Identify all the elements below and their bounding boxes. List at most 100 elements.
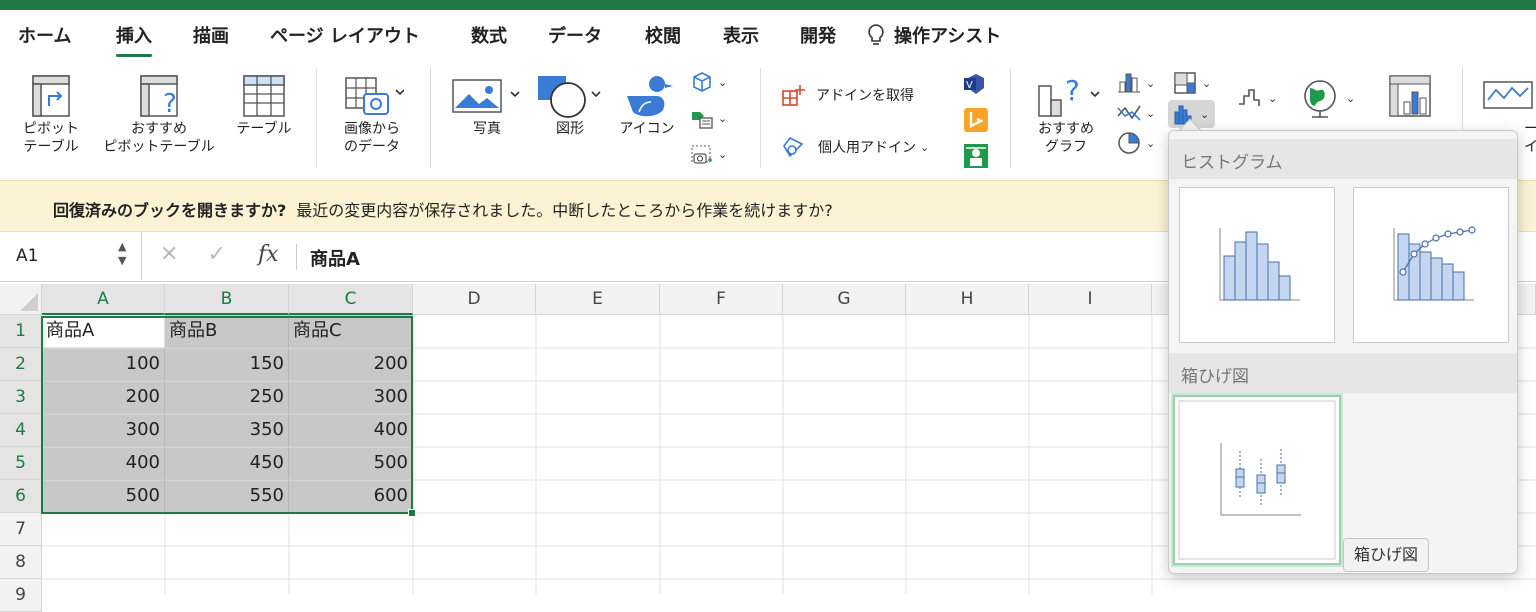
row-header[interactable]: 3 [0, 381, 42, 414]
recommended-charts-icon: ? [1038, 74, 1100, 117]
line-chart-button[interactable]: ⌄ [1116, 100, 1155, 126]
histogram-option[interactable] [1179, 187, 1335, 343]
ribbon-separator [430, 68, 431, 168]
shapes-label: 図形 [556, 121, 584, 137]
chevron-down-icon: ⌄ [1268, 91, 1278, 105]
chevron-down-icon: ⌄ [718, 111, 728, 125]
select-all-button[interactable] [0, 284, 42, 315]
data-from-picture-button[interactable]: 画像から のデータ [330, 72, 414, 156]
tab-review[interactable]: 校閲 [645, 22, 681, 48]
column-header[interactable]: A [42, 284, 165, 315]
tab-home[interactable]: ホーム [18, 22, 71, 48]
tab-tell-me[interactable]: 操作アシスト [866, 22, 1001, 48]
name-box-value: A1 [16, 246, 39, 266]
column-header[interactable]: E [536, 284, 660, 315]
chevron-down-icon: ⌄ [718, 147, 728, 161]
shapes-button[interactable]: 図形 [534, 72, 606, 138]
svg-text:V: V [966, 80, 973, 91]
histogram-thumbnail-icon [1219, 228, 1300, 301]
tab-developer[interactable]: 開発 [800, 22, 836, 48]
title-strip [0, 0, 1536, 10]
get-addins-label: アドインを取得 [816, 88, 914, 104]
row-header[interactable]: 1 [0, 315, 42, 348]
row-header[interactable]: 8 [0, 546, 42, 579]
column-header[interactable]: C [289, 284, 413, 315]
chevron-down-icon: ⌄ [920, 140, 930, 154]
icons-label: アイコン [619, 121, 675, 137]
chevron-down-icon: ⌄ [718, 75, 728, 89]
chevron-down-icon: ⌄ [1346, 91, 1356, 105]
visio-icon: V [964, 74, 984, 94]
cancel-icon[interactable]: ✕ [160, 242, 178, 267]
hierarchy-chart-button[interactable]: ⌄ [1172, 70, 1211, 96]
chevron-down-icon: ⌄ [1146, 76, 1156, 90]
row-header[interactable]: 6 [0, 480, 42, 513]
fill-handle[interactable] [408, 509, 416, 517]
bing-maps-button[interactable] [960, 106, 992, 134]
recommended-charts-button[interactable]: ? おすすめ グラフ [1026, 72, 1106, 156]
data-from-picture-label-2: のデータ [344, 139, 400, 155]
tab-data[interactable]: データ [548, 22, 602, 48]
column-header[interactable]: H [906, 284, 1029, 315]
column-header[interactable]: I [1029, 284, 1152, 315]
pivot-table-icon [32, 75, 70, 117]
column-header[interactable]: G [783, 284, 906, 315]
histogram-section-header: ヒストグラム [1169, 139, 1517, 179]
table-button[interactable]: テーブル [228, 72, 300, 138]
column-header[interactable]: B [165, 284, 289, 315]
ribbon-tabs: ホーム 挿入 描画 ページ レイアウト 数式 データ 校閲 表示 開発 操作アシ… [0, 10, 1536, 58]
row-header[interactable]: 4 [0, 414, 42, 447]
svg-text:?: ? [1065, 74, 1080, 107]
insert-function-button[interactable]: fx [258, 242, 279, 267]
column-header[interactable]: F [660, 284, 783, 315]
sparkline-icon [1483, 81, 1533, 109]
pivot-chart-button[interactable] [1380, 72, 1440, 120]
3d-models-button[interactable]: ⌄ [690, 70, 727, 94]
people-graph-button[interactable] [960, 142, 992, 170]
icons-button[interactable]: アイコン [612, 72, 682, 138]
enter-icon[interactable]: ✓ [207, 242, 225, 267]
picture-icon [452, 79, 520, 113]
formula-separator [296, 244, 297, 270]
screenshot-button[interactable]: ⌄ [690, 142, 727, 166]
row-header[interactable]: 9 [0, 579, 42, 612]
tab-draw[interactable]: 描画 [193, 22, 229, 48]
bing-icon [964, 108, 988, 132]
maps-chart-button[interactable]: ⌄ [1298, 76, 1355, 120]
lightbulb-icon [868, 24, 884, 45]
screenshot-icon [691, 145, 712, 164]
waterfall-chart-button[interactable]: ⌄ [1236, 84, 1277, 112]
pivot-table-button[interactable]: ピボット テーブル [14, 72, 88, 156]
my-addins-button[interactable]: 個人用アドイン ⌄ [782, 134, 929, 160]
get-addins-button[interactable]: アドインを取得 [780, 82, 914, 108]
column-header[interactable]: D [413, 284, 536, 315]
column-chart-button[interactable]: ⌄ [1116, 70, 1155, 96]
visio-button[interactable]: V [960, 70, 992, 98]
recommended-pivot-label-1: おすすめ [131, 121, 187, 137]
my-addins-label: 個人用アドイン [818, 140, 916, 156]
pareto-option[interactable] [1353, 187, 1509, 343]
tab-page-layout[interactable]: ページ レイアウト [270, 22, 420, 48]
pie-chart-icon [1118, 132, 1140, 154]
smartart-button[interactable]: ⌄ [690, 106, 727, 130]
pie-chart-button[interactable]: ⌄ [1116, 130, 1155, 156]
tab-view[interactable]: 表示 [723, 22, 759, 48]
row-header[interactable]: 7 [0, 513, 42, 546]
pictures-button[interactable]: 写真 [448, 72, 526, 138]
recovery-message: 回復済みのブックを開きますか? 最近の変更内容が保存されました。中断したところから… [53, 197, 833, 221]
tab-insert[interactable]: 挿入 [116, 22, 152, 57]
pivot-chart-icon [1389, 75, 1431, 117]
recommended-pivot-button[interactable]: ? おすすめ ピボットテーブル [96, 72, 222, 156]
pivot-table-label-1: ピボット [23, 121, 79, 137]
recommended-charts-label-1: おすすめ [1038, 121, 1094, 137]
statistic-chart-menu: ヒストグラム 箱ひげ図 [1168, 130, 1518, 574]
row-header[interactable]: 2 [0, 348, 42, 381]
addins-shape-icon [783, 136, 804, 158]
box-whisker-option[interactable] [1171, 393, 1343, 567]
tab-formulas[interactable]: 数式 [471, 22, 507, 48]
boxplot-thumbnail-icon [1178, 400, 1336, 560]
formula-input[interactable]: 商品A [310, 245, 360, 271]
name-box[interactable]: A1 ▲ ▼ [0, 232, 142, 280]
row-header[interactable]: 5 [0, 447, 42, 480]
name-box-stepper-icon[interactable]: ▲ ▼ [118, 240, 126, 268]
